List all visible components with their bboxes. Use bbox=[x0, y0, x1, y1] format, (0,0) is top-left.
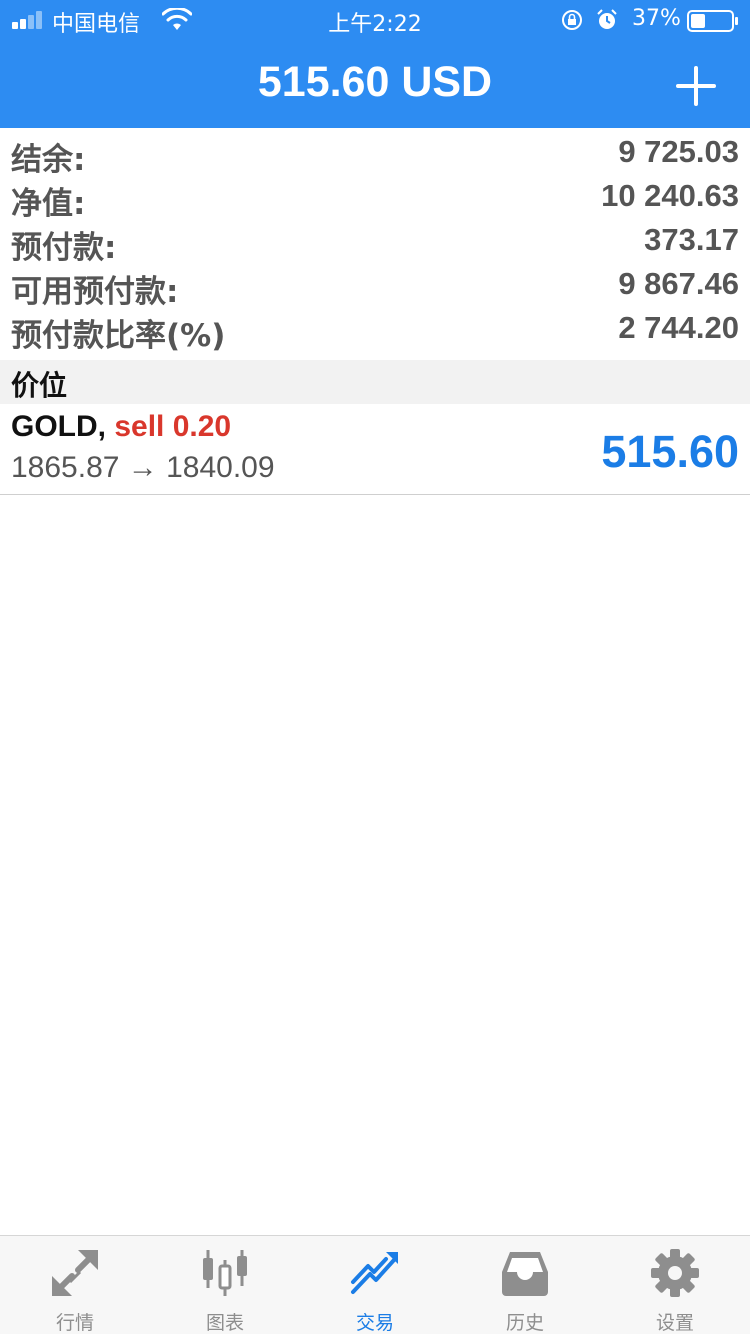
summary-label: 预付款比率(%) bbox=[11, 318, 226, 354]
tab-settings[interactable]: 设置 bbox=[600, 1236, 750, 1334]
battery-percent: 37% bbox=[632, 6, 681, 31]
position-title: GOLD, sell 0.20 bbox=[11, 410, 231, 444]
rotation-lock-icon bbox=[562, 10, 582, 30]
summary-value: 2 744.20 bbox=[618, 310, 739, 345]
settings-gear-icon bbox=[651, 1249, 699, 1297]
position-row[interactable]: GOLD, sell 0.20 1865.87 → 1840.09 515.60 bbox=[0, 404, 750, 495]
positions-section-header: 价位 bbox=[0, 360, 750, 404]
summary-row-balance: 结余: 9 725.03 bbox=[0, 132, 750, 178]
tab-label: 图表 bbox=[205, 1312, 244, 1334]
candlestick-chart-icon bbox=[203, 1250, 247, 1296]
summary-row-margin: 预付款: 373.17 bbox=[0, 220, 750, 266]
position-prices: 1865.87 → 1840.09 bbox=[11, 451, 275, 484]
plus-icon[interactable] bbox=[672, 62, 720, 110]
alarm-clock-icon bbox=[597, 9, 617, 29]
tab-charts[interactable]: 图表 bbox=[150, 1236, 300, 1334]
tab-trade[interactable]: 交易 bbox=[300, 1236, 450, 1334]
summary-value: 9 725.03 bbox=[618, 134, 739, 169]
position-symbol: GOLD, bbox=[11, 410, 106, 443]
position-profit: 515.60 bbox=[601, 426, 739, 477]
summary-label: 可用预付款: bbox=[11, 274, 179, 310]
summary-value: 10 240.63 bbox=[601, 178, 739, 213]
section-title: 价位 bbox=[11, 369, 68, 402]
status-bar: 中国电信 上午2:22 37% bbox=[0, 0, 750, 40]
trade-trend-icon bbox=[351, 1252, 398, 1294]
tab-quotes[interactable]: 行情 bbox=[0, 1236, 150, 1334]
tab-label: 设置 bbox=[655, 1312, 694, 1334]
summary-label: 结余: bbox=[11, 142, 86, 178]
history-tray-icon bbox=[502, 1252, 548, 1296]
quotes-arrows-icon bbox=[52, 1250, 98, 1296]
summary-value: 373.17 bbox=[644, 222, 739, 257]
page-title: 515.60 USD bbox=[257, 58, 493, 106]
tab-label: 行情 bbox=[55, 1312, 94, 1334]
summary-row-margin-level: 预付款比率(%) 2 744.20 bbox=[0, 308, 750, 354]
battery-icon bbox=[687, 10, 738, 32]
bottom-tab-bar: 行情 图表 交易 历史 设置 bbox=[0, 1235, 750, 1334]
summary-row-equity: 净值: 10 240.63 bbox=[0, 176, 750, 222]
tab-history[interactable]: 历史 bbox=[450, 1236, 600, 1334]
summary-row-free-margin: 可用预付款: 9 867.46 bbox=[0, 264, 750, 310]
summary-label: 净值: bbox=[11, 186, 86, 222]
summary-label: 预付款: bbox=[11, 230, 117, 266]
tab-label: 交易 bbox=[355, 1312, 394, 1334]
tab-label: 历史 bbox=[505, 1312, 544, 1334]
summary-value: 9 867.46 bbox=[618, 266, 739, 301]
top-bar: 中国电信 上午2:22 37% 515.60 USD bbox=[0, 0, 750, 128]
position-direction: sell 0.20 bbox=[114, 410, 232, 443]
account-summary: 结余: 9 725.03 净值: 10 240.63 预付款: 373.17 可… bbox=[0, 132, 750, 354]
